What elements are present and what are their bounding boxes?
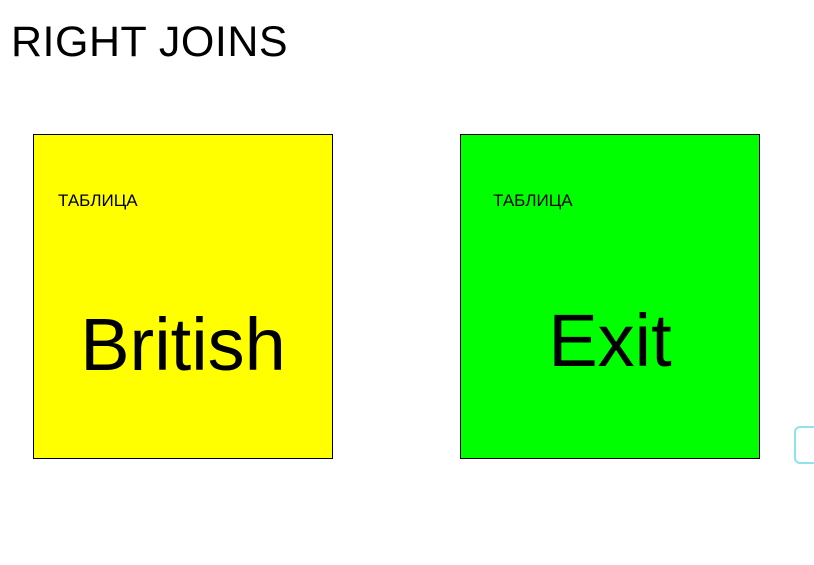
table-name: Exit <box>548 299 672 382</box>
table-label: ТАБЛИЦА <box>58 191 138 210</box>
table-label: ТАБЛИЦА <box>493 191 573 210</box>
table-name: British <box>80 303 286 386</box>
slide: RIGHT JOINS ТАБЛИЦА British ТАБЛИЦА Exit <box>0 0 814 565</box>
table-box-exit: ТАБЛИЦА Exit <box>460 134 760 459</box>
slide-title: RIGHT JOINS <box>11 18 289 66</box>
table-box-british: ТАБЛИЦА British <box>33 134 333 459</box>
side-panel-toggle-button[interactable] <box>794 426 814 464</box>
